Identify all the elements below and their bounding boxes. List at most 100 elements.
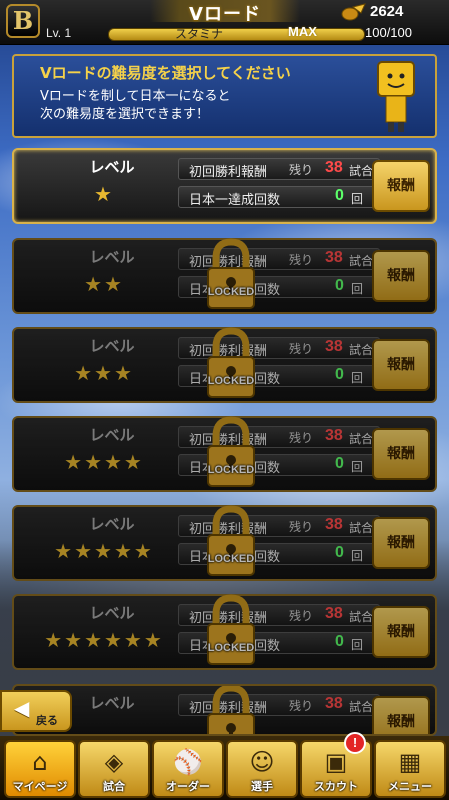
level-label: レベル xyxy=(89,158,135,176)
remaining-unit: 試合 xyxy=(349,700,374,714)
level-card-3[interactable]: レベル ★★★ 初回勝利報酬 残り 38 試合 日本一達成回数 0 回 報酬 L… xyxy=(12,327,437,403)
difficulty-stars: ★★★★ xyxy=(64,450,144,474)
championship-count: 0 xyxy=(335,277,344,294)
remaining-unit: 試合 xyxy=(349,521,374,535)
back-button[interactable]: ◀ 戻る xyxy=(0,690,72,732)
remaining-unit: 試合 xyxy=(349,610,374,624)
remaining-unit: 試合 xyxy=(349,343,374,357)
instruction-line-2: 次の難易度を選択できます！ xyxy=(40,107,210,122)
nav-label: スカウト xyxy=(314,780,358,793)
remaining-label: 残り xyxy=(289,342,314,356)
nav-label: 選手 xyxy=(251,780,273,793)
padlock-icon xyxy=(207,238,255,309)
menu-mascot-icon: ▦ xyxy=(398,748,422,776)
stamina-value: 100/100 xyxy=(365,25,412,40)
locked-label: LOCKED xyxy=(207,642,255,654)
remaining-unit: 試合 xyxy=(349,164,374,178)
championship-unit: 回 xyxy=(351,460,364,474)
remaining-games: 38 xyxy=(325,695,343,712)
remaining-label: 残り xyxy=(289,163,314,177)
level-label: レベル xyxy=(89,604,135,622)
stamina-label: スタミナ xyxy=(175,27,224,41)
reward-button[interactable]: 報酬 xyxy=(372,160,430,212)
level-label: レベル xyxy=(89,248,135,266)
remaining-label: 残り xyxy=(289,609,314,623)
level-card-4[interactable]: レベル ★★★★ 初回勝利報酬 残り 38 試合 日本一達成回数 0 回 報酬 … xyxy=(12,416,437,492)
reward-button[interactable]: 報酬 xyxy=(372,250,430,302)
remaining-games: 38 xyxy=(325,159,343,176)
mascot-icon xyxy=(377,61,415,132)
remaining-label: 残り xyxy=(289,520,314,534)
remaining-label: 残り xyxy=(289,253,314,267)
championship-count-label: 日本一達成回数 xyxy=(189,193,281,208)
championship-count: 0 xyxy=(335,544,344,561)
locked-label: LOCKED xyxy=(207,464,255,476)
nav-label: 試合 xyxy=(103,780,125,793)
remaining-games: 38 xyxy=(325,249,343,266)
baseball-field-icon: ◈ xyxy=(104,748,124,776)
remaining-games: 38 xyxy=(325,427,343,444)
first-win-reward-label: 初回勝利報酬 xyxy=(189,165,268,180)
locked-label: LOCKED xyxy=(207,286,255,298)
reward-button[interactable]: 報酬 xyxy=(372,517,430,569)
instruction-text: Vロードを制して日本一になると 次の難易度を選択できます！ xyxy=(40,88,340,124)
reward-button[interactable]: 報酬 xyxy=(372,696,430,734)
difficulty-stars: ★★ xyxy=(84,272,124,296)
locked-label: LOCKED xyxy=(207,375,255,387)
instruction-line-1: Vロードを制して日本一になると xyxy=(40,89,231,104)
difficulty-stars: ★★★ xyxy=(74,361,134,385)
nav-button-6[interactable]: ▦ メニュー xyxy=(374,740,446,798)
championship-count: 0 xyxy=(335,366,344,383)
nav-button-1[interactable]: ⌂ マイページ xyxy=(4,740,76,798)
coin-icon xyxy=(341,3,366,21)
championship-unit: 回 xyxy=(351,638,364,652)
nav-label: メニュー xyxy=(388,780,432,793)
championship-unit: 回 xyxy=(351,371,364,385)
padlock-icon xyxy=(207,327,255,398)
championship-count: 0 xyxy=(335,633,344,650)
locked-label: LOCKED xyxy=(207,553,255,565)
player-level: Lv. 1 xyxy=(46,26,72,40)
first-win-reward-row: 初回勝利報酬 残り 38 試合 xyxy=(178,158,380,180)
lineup-icon: ⚾ xyxy=(173,748,203,776)
level-card-5[interactable]: レベル ★★★★★ 初回勝利報酬 残り 38 試合 日本一達成回数 0 回 報酬… xyxy=(12,505,437,581)
padlock-icon xyxy=(207,686,255,734)
nav-label: オーダー xyxy=(166,780,210,793)
stamina-max-label: MAX xyxy=(288,24,317,39)
difficulty-stars: ★★★★★★ xyxy=(44,628,164,652)
instruction-title: Vロードの難易度を選択してください xyxy=(40,64,291,82)
remaining-games: 38 xyxy=(325,338,343,355)
page-title: Vロード xyxy=(150,0,300,25)
remaining-games: 38 xyxy=(325,516,343,533)
nav-button-2[interactable]: ◈ 試合 xyxy=(78,740,150,798)
level-card-7[interactable]: レベル 初回勝利報酬 残り 38 試合 報酬 xyxy=(12,684,437,736)
reward-button[interactable]: 報酬 xyxy=(372,606,430,658)
level-label: レベル xyxy=(89,337,135,355)
remaining-unit: 試合 xyxy=(349,432,374,446)
championship-unit: 回 xyxy=(351,549,364,563)
championship-count-row: 日本一達成回数 0 回 xyxy=(178,186,380,208)
level-card-6[interactable]: レベル ★★★★★★ 初回勝利報酬 残り 38 試合 日本一達成回数 0 回 報… xyxy=(12,594,437,670)
level-card-1[interactable]: レベル ★ 初回勝利報酬 残り 38 試合 日本一達成回数 0 回 報酬 xyxy=(12,148,437,224)
remaining-games: 38 xyxy=(325,605,343,622)
level-label: レベル xyxy=(89,426,135,444)
championship-unit: 回 xyxy=(351,192,364,206)
padlock-icon xyxy=(207,505,255,576)
difficulty-stars: ★ xyxy=(94,182,114,206)
remaining-label: 残り xyxy=(289,431,314,445)
level-card-2[interactable]: レベル ★★ 初回勝利報酬 残り 38 試合 日本一達成回数 0 回 報酬 LO… xyxy=(12,238,437,314)
level-label: レベル xyxy=(89,694,135,712)
reward-button[interactable]: 報酬 xyxy=(372,339,430,391)
championship-count: 0 xyxy=(335,187,344,204)
difficulty-stars: ★★★★★ xyxy=(54,539,154,563)
championship-unit: 回 xyxy=(351,282,364,296)
nav-button-4[interactable]: ☺ 選手 xyxy=(226,740,298,798)
padlock-icon xyxy=(207,594,255,665)
remaining-unit: 試合 xyxy=(349,254,374,268)
stamina-bar xyxy=(108,28,365,41)
reward-button[interactable]: 報酬 xyxy=(372,428,430,480)
nav-button-3[interactable]: ⚾ オーダー xyxy=(152,740,224,798)
coin-count: 2624 xyxy=(370,3,404,20)
scout-notification-badge: ! xyxy=(344,732,366,754)
level-label: レベル xyxy=(89,515,135,533)
